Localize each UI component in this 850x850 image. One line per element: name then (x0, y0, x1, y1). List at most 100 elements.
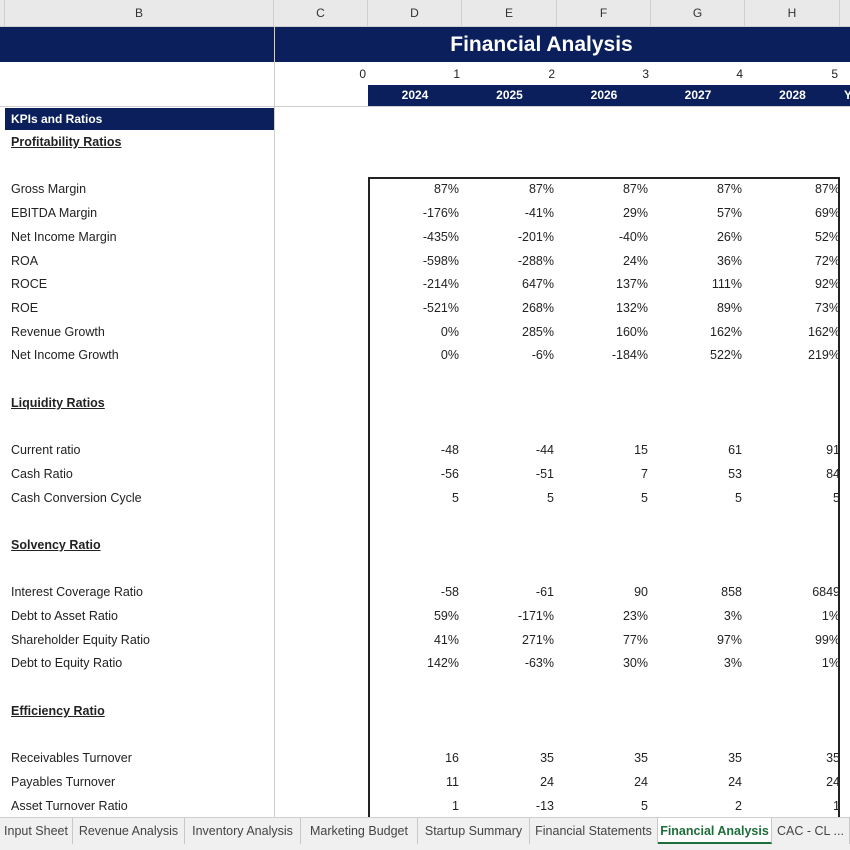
column-header-b[interactable]: B (5, 0, 274, 27)
row-label[interactable]: Net Income Growth (11, 344, 119, 366)
value-cell[interactable]: -288% (463, 250, 555, 272)
year-header-cell[interactable]: 2026 (557, 85, 651, 106)
value-cell[interactable]: 24 (557, 771, 649, 793)
value-cell[interactable]: 35 (651, 747, 743, 769)
value-cell[interactable]: 132% (557, 297, 649, 319)
value-cell[interactable]: 1% (746, 605, 840, 627)
sheet-tab-financial-statements[interactable]: Financial Statements (530, 818, 658, 844)
value-cell[interactable]: -521% (368, 297, 460, 319)
year-header-cell[interactable]: Y (840, 85, 850, 106)
value-cell[interactable]: 35 (463, 747, 555, 769)
value-cell[interactable]: 162% (746, 321, 840, 343)
value-cell[interactable]: 72% (746, 250, 840, 272)
value-cell[interactable]: 0% (368, 321, 460, 343)
period-index-cell[interactable]: 4 (651, 64, 743, 84)
value-cell[interactable]: 23% (557, 605, 649, 627)
value-cell[interactable]: 16 (368, 747, 460, 769)
value-cell[interactable]: 97% (651, 629, 743, 651)
column-header-e[interactable]: E (462, 0, 557, 27)
value-cell[interactable]: -171% (463, 605, 555, 627)
value-cell[interactable]: -48 (368, 439, 460, 461)
value-cell[interactable]: 26% (651, 226, 743, 248)
section-header-efficiency[interactable]: Efficiency Ratio (11, 700, 105, 722)
value-cell[interactable]: -214% (368, 273, 460, 295)
year-header-cell[interactable]: 2028 (745, 85, 840, 106)
value-cell[interactable]: 35 (557, 747, 649, 769)
value-cell[interactable]: 5 (651, 487, 743, 509)
row-label[interactable]: Payables Turnover (11, 771, 115, 793)
row-label[interactable]: EBITDA Margin (11, 202, 97, 224)
value-cell[interactable]: 61 (651, 439, 743, 461)
kpi-header[interactable]: KPIs and Ratios (5, 108, 274, 130)
value-cell[interactable]: 77% (557, 629, 649, 651)
row-label[interactable]: Gross Margin (11, 178, 86, 200)
value-cell[interactable]: 5 (557, 487, 649, 509)
row-label[interactable]: Interest Coverage Ratio (11, 581, 143, 603)
row-label[interactable]: ROCE (11, 273, 47, 295)
value-cell[interactable]: 90 (557, 581, 649, 603)
value-cell[interactable]: 52% (746, 226, 840, 248)
section-header-profitability[interactable]: Profitability Ratios (11, 131, 121, 153)
value-cell[interactable]: 84 (746, 463, 840, 485)
period-index-cell[interactable]: 0 (274, 64, 366, 84)
sheet-tab-marketing-budget[interactable]: Marketing Budget (301, 818, 418, 844)
period-index-cell[interactable]: 2 (462, 64, 555, 84)
value-cell[interactable]: 30% (557, 652, 649, 674)
column-header-h[interactable]: H (745, 0, 840, 27)
value-cell[interactable]: -598% (368, 250, 460, 272)
value-cell[interactable]: -41% (463, 202, 555, 224)
value-cell[interactable]: 87% (368, 178, 460, 200)
value-cell[interactable]: 24% (557, 250, 649, 272)
value-cell[interactable]: 69% (746, 202, 840, 224)
value-cell[interactable]: -44 (463, 439, 555, 461)
value-cell[interactable]: 87% (463, 178, 555, 200)
value-cell[interactable]: 858 (651, 581, 743, 603)
value-cell[interactable]: 268% (463, 297, 555, 319)
year-header-cell[interactable]: 2025 (462, 85, 557, 106)
value-cell[interactable]: 91 (746, 439, 840, 461)
value-cell[interactable]: 219% (746, 344, 840, 366)
section-header-solvency[interactable]: Solvency Ratio (11, 534, 101, 556)
value-cell[interactable]: 99% (746, 629, 840, 651)
value-cell[interactable]: 3% (651, 605, 743, 627)
value-cell[interactable]: 87% (746, 178, 840, 200)
value-cell[interactable]: 89% (651, 297, 743, 319)
value-cell[interactable]: -40% (557, 226, 649, 248)
value-cell[interactable]: 57% (651, 202, 743, 224)
value-cell[interactable]: 160% (557, 321, 649, 343)
column-header-g[interactable]: G (651, 0, 745, 27)
row-label[interactable]: Cash Conversion Cycle (11, 487, 142, 509)
value-cell[interactable]: 6849 (746, 581, 840, 603)
row-label[interactable]: Shareholder Equity Ratio (11, 629, 150, 651)
value-cell[interactable]: 87% (557, 178, 649, 200)
row-label[interactable]: Cash Ratio (11, 463, 73, 485)
value-cell[interactable]: -51 (463, 463, 555, 485)
period-index-cell[interactable]: 3 (557, 64, 649, 84)
section-header-liquidity[interactable]: Liquidity Ratios (11, 392, 105, 414)
row-label[interactable]: Asset Turnover Ratio (11, 795, 128, 817)
row-label[interactable]: Revenue Growth (11, 321, 105, 343)
value-cell[interactable]: 59% (368, 605, 460, 627)
value-cell[interactable]: -61 (463, 581, 555, 603)
value-cell[interactable]: -63% (463, 652, 555, 674)
value-cell[interactable]: -6% (463, 344, 555, 366)
value-cell[interactable]: 11 (368, 771, 460, 793)
value-cell[interactable]: 5 (557, 795, 649, 817)
value-cell[interactable]: 7 (557, 463, 649, 485)
column-header-c[interactable]: C (274, 0, 368, 27)
sheet-tab-financial-analysis[interactable]: Financial Analysis (658, 818, 772, 844)
row-label[interactable]: ROA (11, 250, 38, 272)
column-header-f[interactable]: F (557, 0, 651, 27)
row-label[interactable]: ROE (11, 297, 38, 319)
value-cell[interactable]: 5 (368, 487, 460, 509)
period-index-cell[interactable]: 1 (368, 64, 460, 84)
value-cell[interactable]: 162% (651, 321, 743, 343)
value-cell[interactable]: 0% (368, 344, 460, 366)
value-cell[interactable]: 5 (463, 487, 555, 509)
sheet-tab-inventory-analysis[interactable]: Inventory Analysis (185, 818, 301, 844)
value-cell[interactable]: 35 (746, 747, 840, 769)
value-cell[interactable]: -435% (368, 226, 460, 248)
value-cell[interactable]: 36% (651, 250, 743, 272)
value-cell[interactable]: 647% (463, 273, 555, 295)
row-label[interactable]: Current ratio (11, 439, 80, 461)
